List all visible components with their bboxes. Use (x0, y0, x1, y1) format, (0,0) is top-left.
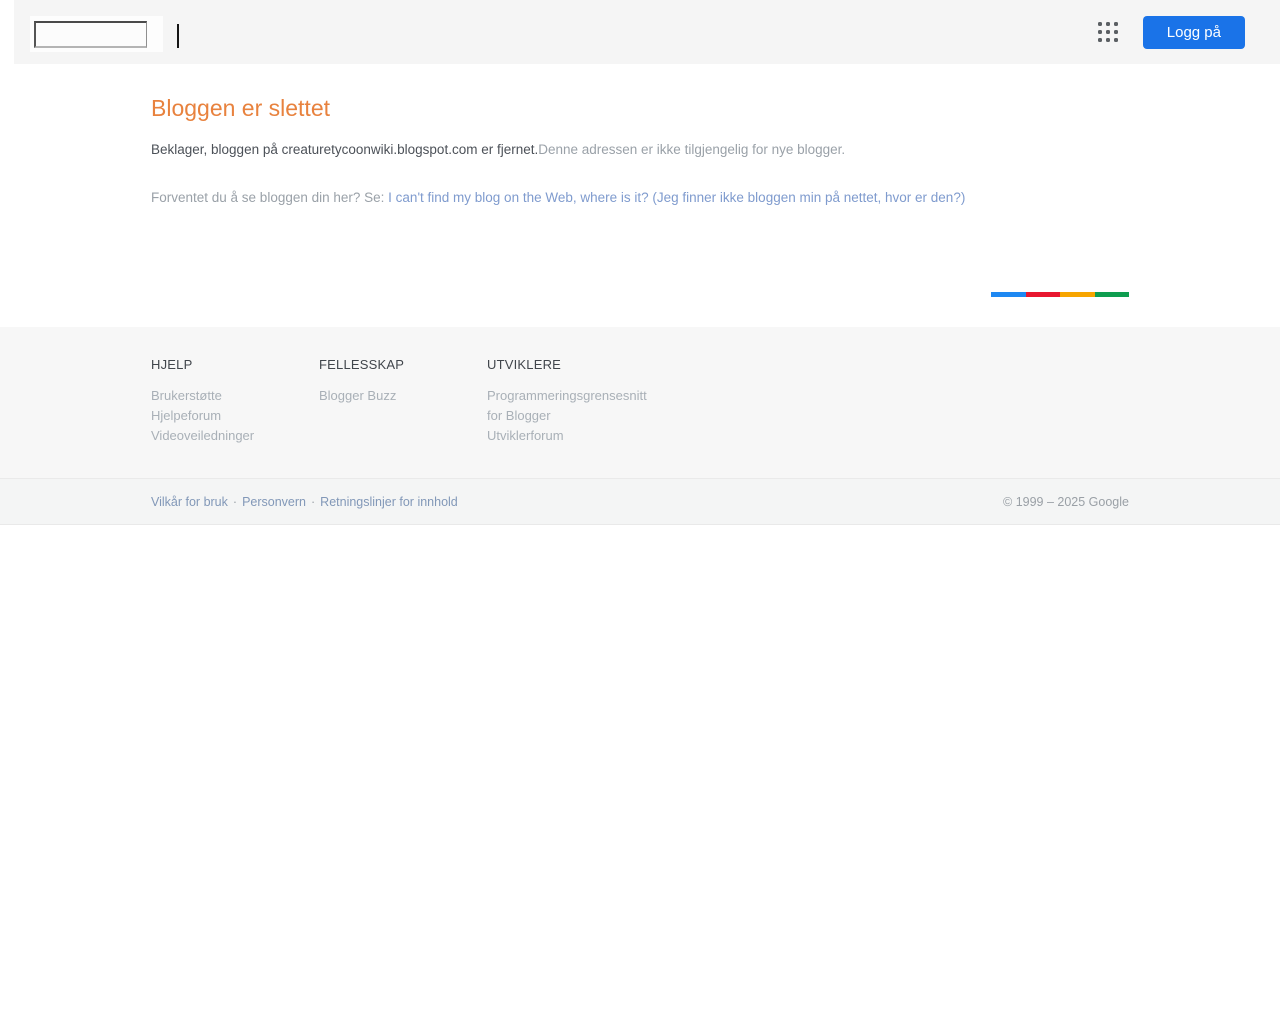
footer-column-community: FELLESSKAP Blogger Buzz (319, 357, 487, 446)
footer-heading-developers: UTVIKLERE (487, 357, 562, 372)
blogger-logo-placeholder[interactable] (34, 21, 147, 48)
rainbow-yellow-segment (1060, 292, 1095, 297)
footer-bottom-bar: Vilkår for bruk · Personvern · Retningslinje… (0, 478, 1280, 525)
footer-link-video-tutorials[interactable]: Videoveiledninger (151, 426, 319, 446)
main-content: Bloggen er slettet Beklager, bloggen på … (0, 64, 1280, 327)
blogger-deleted-page: Logg på Bloggen er slettet Beklager, blo… (0, 0, 1280, 1024)
footer-link-blogger-api[interactable]: Programmeringsgrensesnitt for Blogger (487, 386, 655, 426)
help-prompt-text: Forventet du å se bloggen din her? Se: (151, 189, 389, 205)
text-caret (177, 24, 179, 48)
help-link[interactable]: I can't find my blog on the Web, where i… (388, 190, 965, 205)
help-prompt: Forventet du å se bloggen din her? Se: I… (151, 188, 1129, 208)
rainbow-divider (991, 292, 1129, 297)
footer-link-help-forum[interactable]: Hjelpeforum (151, 406, 319, 426)
separator-dot: · (232, 494, 238, 509)
deleted-message-strong: Beklager, bloggen på creaturetycoonwiki.… (151, 142, 539, 157)
separator-dot: · (311, 494, 316, 509)
page-title: Bloggen er slettet (151, 95, 331, 121)
header-actions: Logg på (1094, 0, 1245, 64)
sign-in-button[interactable]: Logg på (1142, 15, 1245, 49)
deleted-message: Beklager, bloggen på creaturetycoonwiki.… (151, 140, 1129, 160)
rainbow-red-segment (1025, 292, 1060, 297)
legal-links: Vilkår for bruk · Personvern · Retningslinje… (151, 495, 458, 509)
footer-column-developers: UTVIKLERE Programmeringsgrensesnitt for … (487, 357, 655, 446)
rainbow-blue-segment (991, 292, 1026, 297)
footer-heading-community: FELLESSKAP (319, 357, 405, 372)
footer-heading-help: HJELP (151, 357, 193, 372)
google-apps-icon[interactable] (1094, 18, 1122, 46)
header-bar: Logg på (0, 0, 1280, 64)
privacy-link[interactable]: Personvern (242, 495, 306, 509)
footer-column-help: HJELP Brukerstøtte Hjelpeforum Videoveil… (151, 357, 319, 446)
rainbow-green-segment (1094, 292, 1129, 297)
deleted-message-rest: Denne adressen er ikke tilgjengelig for … (538, 142, 846, 157)
footer-link-developer-forum[interactable]: Utviklerforum (487, 426, 655, 446)
terms-link[interactable]: Vilkår for bruk (151, 495, 228, 509)
content-policy-link[interactable]: Retningslinjer for innhold (320, 495, 458, 509)
footer-link-support[interactable]: Brukerstøtte (151, 386, 319, 406)
footer: HJELP Brukerstøtte Hjelpeforum Videoveil… (0, 292, 1280, 525)
copyright-text: © 1999 – 2025 Google (1003, 494, 1129, 509)
footer-columns: HJELP Brukerstøtte Hjelpeforum Videoveil… (151, 292, 1129, 478)
footer-link-blogger-buzz[interactable]: Blogger Buzz (319, 386, 487, 406)
